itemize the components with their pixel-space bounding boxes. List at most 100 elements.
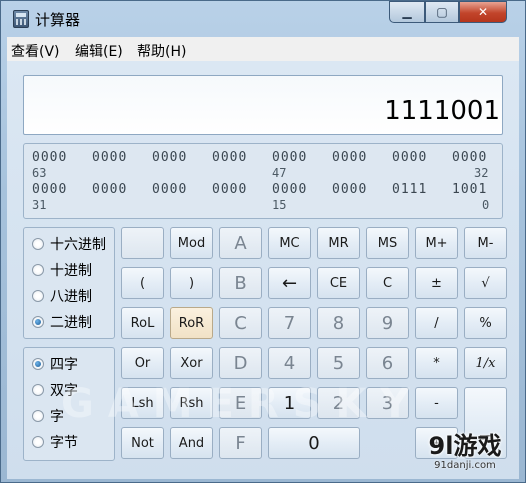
radio-byte[interactable]: 字节: [32, 432, 78, 452]
not-key[interactable]: Not: [121, 427, 164, 459]
radio-label: 字: [50, 409, 64, 425]
add-key[interactable]: +: [415, 427, 458, 459]
mc-key[interactable]: MC: [268, 227, 311, 259]
radio-label: 八进制: [50, 289, 92, 305]
close-button[interactable]: ✕: [459, 1, 507, 23]
window-title: 计算器: [35, 11, 81, 29]
radio-button[interactable]: [32, 410, 44, 422]
radio-button[interactable]: [32, 264, 44, 276]
radio-button[interactable]: [32, 384, 44, 396]
radio-button[interactable]: [32, 290, 44, 302]
hex-e-key[interactable]: E: [219, 387, 262, 419]
bit-index: 47: [272, 166, 287, 180]
hex-d-key[interactable]: D: [219, 347, 262, 379]
radio-label: 二进制: [50, 315, 92, 331]
multiply-key[interactable]: *: [415, 347, 458, 379]
number-base-group: 十六进制 十进制 八进制 二进制: [23, 227, 115, 339]
digit-1-key[interactable]: 1: [268, 387, 311, 419]
radio-label: 十进制: [50, 263, 92, 279]
radio-button[interactable]: [32, 436, 44, 448]
bit-group: 0000: [152, 182, 188, 197]
digit-2-key[interactable]: 2: [317, 387, 360, 419]
radio-oct[interactable]: 八进制: [32, 286, 92, 306]
menu-help[interactable]: 帮助(H): [137, 41, 186, 61]
m-minus-key[interactable]: M-: [464, 227, 507, 259]
menu-edit[interactable]: 编辑(E): [75, 41, 123, 61]
bit-group: 0000: [152, 150, 188, 165]
radio-word[interactable]: 字: [32, 406, 64, 426]
mr-key[interactable]: MR: [317, 227, 360, 259]
calculator-body: 1111001 0000 0000 0000 0000 0000 0000 00…: [7, 61, 519, 479]
radio-label: 双字: [50, 383, 78, 399]
hex-f-key[interactable]: F: [219, 427, 262, 459]
radio-bin[interactable]: 二进制: [32, 312, 92, 332]
rol-key[interactable]: RoL: [121, 307, 164, 339]
radio-hex[interactable]: 十六进制: [32, 234, 106, 254]
bit-group: 0000: [392, 150, 428, 165]
bit-index: 63: [32, 166, 47, 180]
bit-group: 0000: [272, 150, 308, 165]
radio-label: 四字: [50, 357, 78, 373]
negate-key[interactable]: ±: [415, 267, 458, 299]
digit-5-key[interactable]: 5: [317, 347, 360, 379]
backspace-key[interactable]: ←: [268, 267, 311, 299]
bit-index: 31: [32, 198, 47, 212]
radio-dword[interactable]: 双字: [32, 380, 78, 400]
bit-index: 0: [482, 198, 490, 212]
subtract-key[interactable]: -: [415, 387, 458, 419]
reciprocal-key[interactable]: 1/x: [464, 347, 507, 379]
minimize-button[interactable]: ▁: [389, 1, 425, 23]
maximize-button[interactable]: ▢: [425, 1, 459, 23]
radio-label: 字节: [50, 435, 78, 451]
bit-group: 0000: [272, 182, 308, 197]
title-bar[interactable]: 计算器 ▁ ▢ ✕: [1, 1, 525, 35]
percent-key[interactable]: %: [464, 307, 507, 339]
close-paren-key[interactable]: ): [170, 267, 213, 299]
ms-key[interactable]: MS: [366, 227, 409, 259]
radio-button[interactable]: [32, 238, 44, 250]
or-key[interactable]: Or: [121, 347, 164, 379]
digit-0-key[interactable]: 0: [268, 427, 360, 459]
bit-index: 32: [474, 166, 489, 180]
minimize-icon: ▁: [402, 5, 412, 19]
bit-index: 15: [272, 198, 287, 212]
digit-3-key[interactable]: 3: [366, 387, 409, 419]
radio-qword[interactable]: 四字: [32, 354, 78, 374]
rsh-key[interactable]: Rsh: [170, 387, 213, 419]
hex-a-key[interactable]: A: [219, 227, 262, 259]
hex-c-key[interactable]: C: [219, 307, 262, 339]
digit-6-key[interactable]: 6: [366, 347, 409, 379]
radio-label: 十六进制: [50, 237, 106, 253]
digit-4-key[interactable]: 4: [268, 347, 311, 379]
bit-group: 0000: [32, 182, 68, 197]
equals-key[interactable]: =: [464, 387, 507, 459]
digit-9-key[interactable]: 9: [366, 307, 409, 339]
radio-button[interactable]: [32, 358, 44, 370]
m-plus-key[interactable]: M+: [415, 227, 458, 259]
lsh-key[interactable]: Lsh: [121, 387, 164, 419]
hex-b-key[interactable]: B: [219, 267, 262, 299]
bit-group: 0000: [332, 182, 368, 197]
word-size-group: 四字 双字 字 字节: [23, 347, 115, 461]
clear-key[interactable]: C: [366, 267, 409, 299]
clear-entry-key[interactable]: CE: [317, 267, 360, 299]
sqrt-key[interactable]: √: [464, 267, 507, 299]
maximize-icon: ▢: [436, 5, 448, 19]
ror-key[interactable]: RoR: [170, 307, 213, 339]
digit-8-key[interactable]: 8: [317, 307, 360, 339]
bit-group: 1001: [452, 182, 488, 197]
xor-key[interactable]: Xor: [170, 347, 213, 379]
divide-key[interactable]: /: [415, 307, 458, 339]
bit-group: 0000: [32, 150, 68, 165]
blank-key[interactable]: [121, 227, 164, 259]
close-icon: ✕: [477, 5, 489, 19]
bit-group: 0000: [212, 150, 248, 165]
mod-key[interactable]: Mod: [170, 227, 213, 259]
menu-view[interactable]: 查看(V): [11, 41, 60, 61]
radio-button[interactable]: [32, 316, 44, 328]
and-key[interactable]: And: [170, 427, 213, 459]
open-paren-key[interactable]: (: [121, 267, 164, 299]
digit-7-key[interactable]: 7: [268, 307, 311, 339]
bit-group: 0000: [212, 182, 248, 197]
radio-dec[interactable]: 十进制: [32, 260, 92, 280]
